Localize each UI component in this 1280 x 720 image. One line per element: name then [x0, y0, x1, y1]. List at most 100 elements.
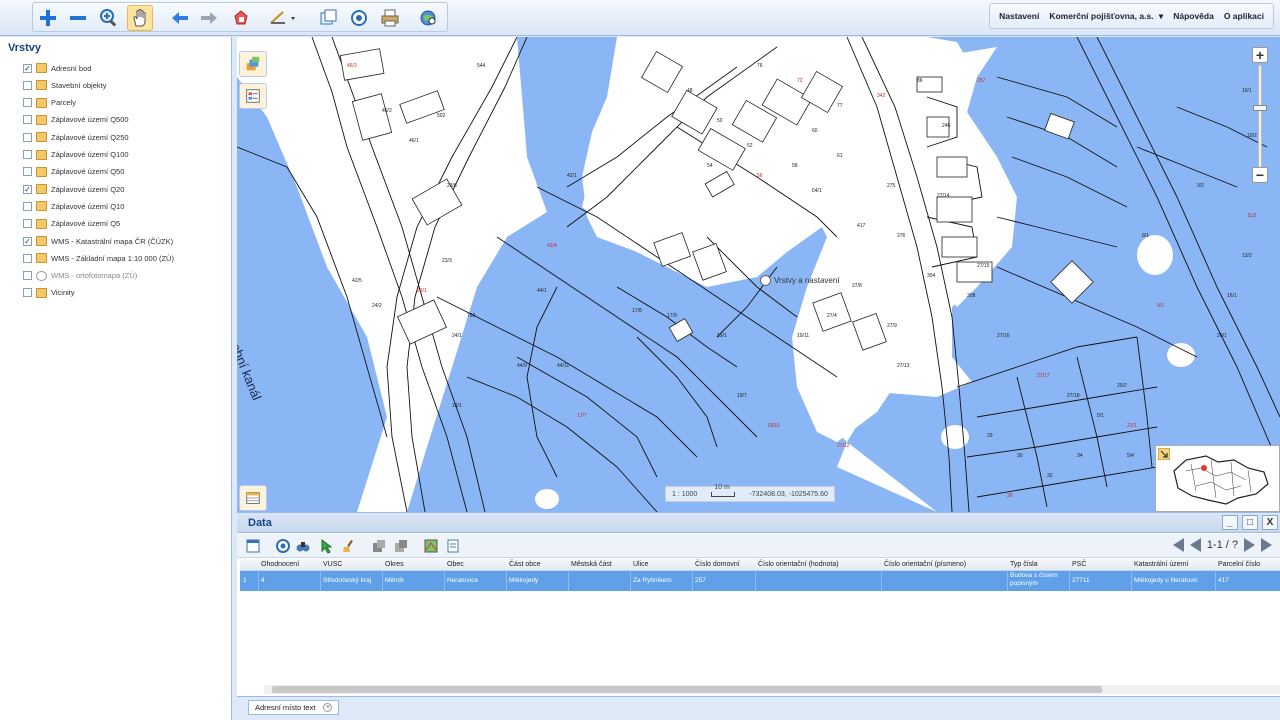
measure-button[interactable]	[265, 5, 301, 31]
forward-button[interactable]	[196, 5, 222, 31]
column-header[interactable]: Číslo domovní	[695, 561, 740, 568]
clear-broom-icon[interactable]	[341, 538, 357, 554]
layer-item[interactable]: Parcely	[23, 97, 76, 109]
column-header[interactable]: Okres	[385, 561, 404, 568]
document-icon[interactable]	[445, 538, 461, 554]
layer-item[interactable]: WMS - Základní mapa 1:10 000 (ZÚ)	[23, 252, 174, 264]
identify-button[interactable]	[346, 5, 372, 31]
column-header[interactable]: Typ čísla	[1010, 561, 1038, 568]
column-header[interactable]: PSČ	[1072, 561, 1086, 568]
layer-item[interactable]: Záplavové území Q10	[23, 200, 124, 212]
layer-checkbox[interactable]	[23, 132, 32, 142]
layer-checkbox[interactable]	[23, 219, 32, 229]
layers-window-button[interactable]	[315, 5, 341, 31]
map-zoom-in-button[interactable]: +	[1252, 47, 1268, 63]
layer-item[interactable]: WMS - ortofotomapa (ZÚ)	[23, 270, 137, 282]
map-view[interactable]: 46/3 46/2 46/1 23/6 23/3 23/1 24/1 24/2 42/5 42/1…	[237, 37, 1280, 512]
company-menu[interactable]: Komerční pojišťovna, a.s. ▾	[1044, 11, 1168, 22]
layer-item[interactable]: Stavební objekty	[23, 79, 106, 91]
column-header[interactable]: Městská část	[571, 561, 612, 568]
scrollbar-thumb[interactable]	[272, 686, 1102, 693]
settings-menu[interactable]: Nastavení	[994, 11, 1044, 21]
layer-checkbox[interactable]	[23, 253, 32, 263]
zoom-out-button[interactable]	[65, 5, 91, 31]
data-toggle-button[interactable]	[239, 485, 267, 511]
parcel-label: 32	[1047, 473, 1053, 479]
column-header[interactable]: Ulice	[633, 561, 649, 568]
layer-item[interactable]: Záplavové území Q50	[23, 166, 124, 178]
layer-item[interactable]: ✓ Adresní bod	[23, 62, 91, 74]
first-page-icon[interactable]	[1172, 538, 1184, 552]
layer-checkbox[interactable]	[23, 115, 32, 125]
layer-item[interactable]: Záplavové území Q5	[23, 218, 120, 230]
map-export-icon[interactable]	[423, 538, 439, 554]
next-page-icon[interactable]	[1244, 538, 1255, 552]
layer-item[interactable]: ✓ WMS - Katastrální mapa ČR (ČÚZK)	[23, 235, 173, 247]
layer-checkbox[interactable]: ✓	[23, 236, 32, 246]
zoom-in-button[interactable]	[35, 5, 61, 31]
layer-item[interactable]: Vicinity	[23, 287, 75, 299]
help-menu[interactable]: Nápověda	[1168, 11, 1219, 21]
close-tab-icon[interactable]: ×	[323, 703, 333, 712]
column-header[interactable]: Část obce	[509, 561, 541, 568]
import-icon[interactable]	[393, 538, 409, 554]
layer-item[interactable]: Záplavové území Q500	[23, 114, 129, 126]
layers-toggle-button[interactable]	[239, 51, 267, 77]
scale-text: 1 : 1000	[672, 490, 698, 498]
column-header[interactable]: Parcelní číslo	[1218, 561, 1260, 568]
map-tool-group	[32, 2, 448, 32]
layer-checkbox[interactable]	[23, 167, 32, 177]
map-zoom-out-button[interactable]: −	[1252, 167, 1268, 183]
column-header[interactable]: Katastrální území	[1134, 561, 1188, 568]
legend-toggle-button[interactable]	[239, 83, 267, 109]
parcel-label: 342	[877, 93, 886, 99]
column-header[interactable]: VUSC	[323, 561, 342, 568]
overview-map[interactable]	[1155, 445, 1280, 512]
column-header[interactable]: Ohodnocení	[261, 561, 299, 568]
zoom-box-button[interactable]	[96, 5, 122, 31]
binoculars-icon[interactable]	[295, 538, 311, 554]
layer-checkbox[interactable]	[23, 98, 32, 108]
pan-button[interactable]	[127, 5, 153, 31]
parcel-label: 308	[967, 293, 976, 299]
table-row[interactable]: 1 4 Středočeský kraj Mělník Neratovice M…	[240, 571, 1280, 591]
print-button[interactable]	[377, 5, 403, 31]
select-button[interactable]	[228, 5, 254, 31]
overview-collapse-icon[interactable]	[1158, 448, 1170, 460]
parcel-label: 793	[467, 313, 476, 319]
export-icon[interactable]	[371, 538, 387, 554]
layer-checkbox[interactable]	[23, 288, 32, 298]
layer-icon	[36, 97, 47, 108]
zoom-thumb[interactable]	[1253, 105, 1267, 111]
parcel-label: 27/8	[852, 283, 862, 289]
last-page-icon[interactable]	[1261, 538, 1272, 552]
layer-item[interactable]: Záplavové území Q100	[23, 149, 129, 161]
layer-checkbox[interactable]	[23, 201, 32, 211]
column-header[interactable]: Číslo orientační (hodnota)	[758, 561, 839, 568]
select-pointer-icon[interactable]	[319, 538, 335, 554]
about-menu[interactable]: O aplikaci	[1219, 11, 1269, 21]
layer-item[interactable]: Záplavové území Q250	[23, 131, 129, 143]
parcel-label: 60	[812, 128, 818, 134]
window-icon[interactable]	[245, 538, 261, 554]
layer-checkbox[interactable]	[23, 80, 32, 90]
prev-page-icon[interactable]	[1189, 538, 1201, 552]
column-header[interactable]: Číslo orientační (písmeno)	[884, 561, 966, 568]
tab-address-text[interactable]: Adresní místo text ×	[248, 700, 340, 715]
search-globe-button[interactable]	[415, 5, 441, 31]
layer-item[interactable]: ✓ Záplavové území Q20	[23, 183, 124, 195]
zoom-slider[interactable]: + −	[1250, 47, 1270, 187]
column-header[interactable]: Obec	[447, 561, 464, 568]
layer-checkbox[interactable]	[23, 271, 32, 281]
layer-checkbox[interactable]: ✓	[23, 184, 32, 194]
maximize-button[interactable]: □	[1242, 515, 1258, 530]
layer-checkbox[interactable]: ✓	[23, 63, 32, 73]
zoom-track[interactable]	[1258, 65, 1262, 169]
layer-checkbox[interactable]	[23, 150, 32, 159]
back-button[interactable]	[167, 5, 193, 31]
locate-icon[interactable]	[275, 538, 291, 554]
minimize-button[interactable]: _	[1222, 515, 1238, 530]
horizontal-scrollbar[interactable]	[264, 685, 1280, 694]
close-button[interactable]: X	[1262, 515, 1278, 530]
parcel-label: 9/1	[1157, 303, 1164, 309]
